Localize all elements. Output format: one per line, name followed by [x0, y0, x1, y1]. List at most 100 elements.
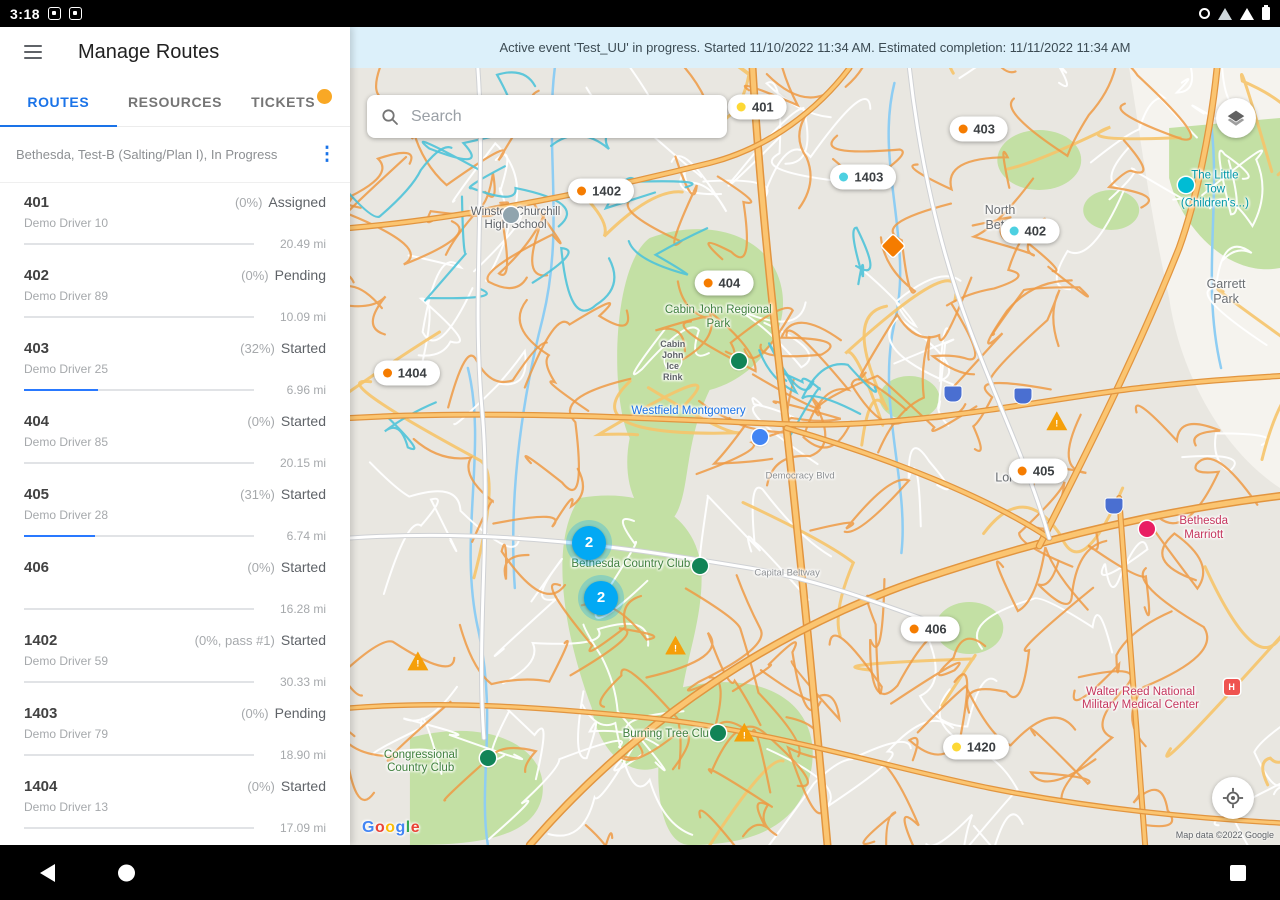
route-distance: 10.09 mi	[270, 310, 326, 324]
route-distance: 16.28 mi	[270, 602, 326, 616]
poi-marker-icon[interactable]	[480, 750, 496, 766]
search-icon	[381, 108, 399, 126]
map-search-bar[interactable]	[367, 95, 727, 138]
marker-label: 404	[719, 276, 741, 291]
cluster-marker[interactable]: 2	[572, 526, 606, 560]
route-progress-track	[24, 754, 254, 756]
menu-icon[interactable]	[24, 45, 42, 59]
route-map-marker[interactable]: 404	[695, 271, 754, 296]
plan-label: Bethesda, Test-B (Salting/Plan I), In Pr…	[16, 147, 310, 162]
poi-marker-icon[interactable]	[710, 725, 726, 741]
route-percent: (32%)	[240, 341, 275, 356]
sidebar: Manage Routes ROUTES RESOURCES TICKETS B…	[0, 27, 350, 845]
highway-shield-icon	[1015, 388, 1032, 403]
poi-marker-icon[interactable]: H	[1224, 679, 1240, 695]
marker-label: 405	[1033, 464, 1055, 479]
tab-label: ROUTES	[27, 94, 89, 110]
poi-marker-icon[interactable]	[1178, 177, 1194, 193]
marker-dot-icon	[383, 369, 392, 378]
marker-label: 402	[1024, 224, 1046, 239]
route-row[interactable]: 402 (0%)Pending Demo Driver 89 10.09 mi	[0, 256, 350, 329]
poi-marker-icon[interactable]	[503, 207, 519, 223]
route-map-marker[interactable]: 402	[1000, 219, 1059, 244]
route-progress-track	[24, 462, 254, 464]
search-input[interactable]	[411, 108, 713, 126]
route-map-marker[interactable]: 405	[1009, 459, 1068, 484]
cell-signal-icon	[1240, 8, 1254, 20]
hazard-glyph: !	[674, 642, 677, 655]
poi-marker-icon[interactable]	[731, 353, 747, 369]
route-id: 403	[24, 340, 49, 357]
route-map-marker[interactable]: 406	[901, 616, 960, 641]
map-base-layer	[350, 68, 1280, 845]
route-status: Started	[281, 559, 326, 575]
poi-marker-icon[interactable]	[752, 429, 768, 445]
poi-marker-icon[interactable]	[692, 558, 708, 574]
status-bar-right	[1199, 7, 1270, 20]
route-progress-fill	[24, 389, 98, 391]
map-panel: Active event 'Test_UU' in progress. Star…	[350, 27, 1280, 845]
marker-dot-icon	[839, 172, 848, 181]
route-row[interactable]: 1404 (0%)Started Demo Driver 13 17.09 mi	[0, 767, 350, 840]
google-logo[interactable]: Google	[362, 819, 420, 837]
route-row[interactable]: 406 (0%)Started 16.28 mi	[0, 548, 350, 621]
home-button[interactable]	[118, 864, 135, 881]
route-id: 401	[24, 194, 49, 211]
route-progress-track	[24, 389, 254, 391]
hazard-glyph: !	[1055, 418, 1058, 431]
marker-label: 403	[973, 122, 995, 137]
status-bar: 3:18	[0, 0, 1280, 27]
tab-resources[interactable]: RESOURCES	[117, 77, 234, 126]
cluster-count: 2	[585, 534, 593, 551]
route-map-marker[interactable]: 403	[949, 117, 1008, 142]
route-row[interactable]: 401 (0%)Assigned Demo Driver 10 20.49 mi	[0, 183, 350, 256]
map-canvas[interactable]: Google Map data ©2022 Google Winston Chu…	[350, 68, 1280, 845]
map-place-label: Westfield Montgomery	[631, 405, 745, 419]
route-driver: Demo Driver 10	[24, 216, 326, 230]
tab-tickets[interactable]: TICKETS	[233, 77, 350, 126]
route-driver: Demo Driver 85	[24, 435, 326, 449]
screenshot-notification-icon	[69, 7, 82, 20]
more-options-icon[interactable]: ⋮	[310, 145, 344, 164]
map-place-label: Cabin John Regional Park	[658, 304, 778, 332]
route-map-marker[interactable]: 401	[728, 94, 787, 119]
highway-shield-icon	[1105, 499, 1122, 514]
route-map-marker[interactable]: 1404	[374, 361, 440, 386]
status-bar-left: 3:18	[10, 6, 82, 22]
route-distance: 6.74 mi	[270, 529, 326, 543]
wifi-icon	[1218, 8, 1232, 20]
route-progress-track	[24, 681, 254, 683]
route-percent: (0%)	[235, 195, 262, 210]
route-distance: 20.15 mi	[270, 456, 326, 470]
route-row[interactable]: 1402 (0%, pass #1)Started Demo Driver 59…	[0, 621, 350, 694]
hazard-glyph: !	[416, 658, 419, 671]
back-button[interactable]	[40, 864, 55, 882]
content-area: Manage Routes ROUTES RESOURCES TICKETS B…	[0, 27, 1280, 845]
marker-dot-icon	[737, 102, 746, 111]
cluster-marker[interactable]: 2	[584, 581, 618, 615]
route-id: 405	[24, 486, 49, 503]
plan-header-row[interactable]: Bethesda, Test-B (Salting/Plan I), In Pr…	[0, 127, 350, 183]
route-list: 401 (0%)Assigned Demo Driver 10 20.49 mi…	[0, 183, 350, 845]
route-map-marker[interactable]: 1402	[568, 178, 634, 203]
map-layers-button[interactable]	[1216, 98, 1256, 138]
poi-marker-icon[interactable]	[1139, 521, 1155, 537]
route-status: Pending	[275, 705, 326, 721]
tab-routes[interactable]: ROUTES	[0, 77, 117, 126]
route-row[interactable]: 403 (32%)Started Demo Driver 25 6.96 mi	[0, 329, 350, 402]
marker-dot-icon	[958, 125, 967, 134]
marker-dot-icon	[910, 624, 919, 633]
route-map-marker[interactable]: 1420	[943, 735, 1009, 760]
route-row[interactable]: 404 (0%)Started Demo Driver 85 20.15 mi	[0, 402, 350, 475]
route-map-marker[interactable]: 1403	[830, 164, 896, 189]
route-id: 1403	[24, 705, 57, 722]
route-row[interactable]: 405 (31%)Started Demo Driver 28 6.74 mi	[0, 475, 350, 548]
map-place-label: Bethesda Country Club	[571, 558, 690, 572]
battery-icon	[1262, 7, 1270, 20]
route-status: Started	[281, 340, 326, 356]
route-row[interactable]: 1403 (0%)Pending Demo Driver 79 18.90 mi	[0, 694, 350, 767]
map-place-label: Congressional Country Club	[384, 749, 458, 777]
my-location-button[interactable]	[1212, 777, 1254, 819]
recents-button[interactable]	[1230, 865, 1246, 881]
route-percent: (0%)	[241, 706, 268, 721]
